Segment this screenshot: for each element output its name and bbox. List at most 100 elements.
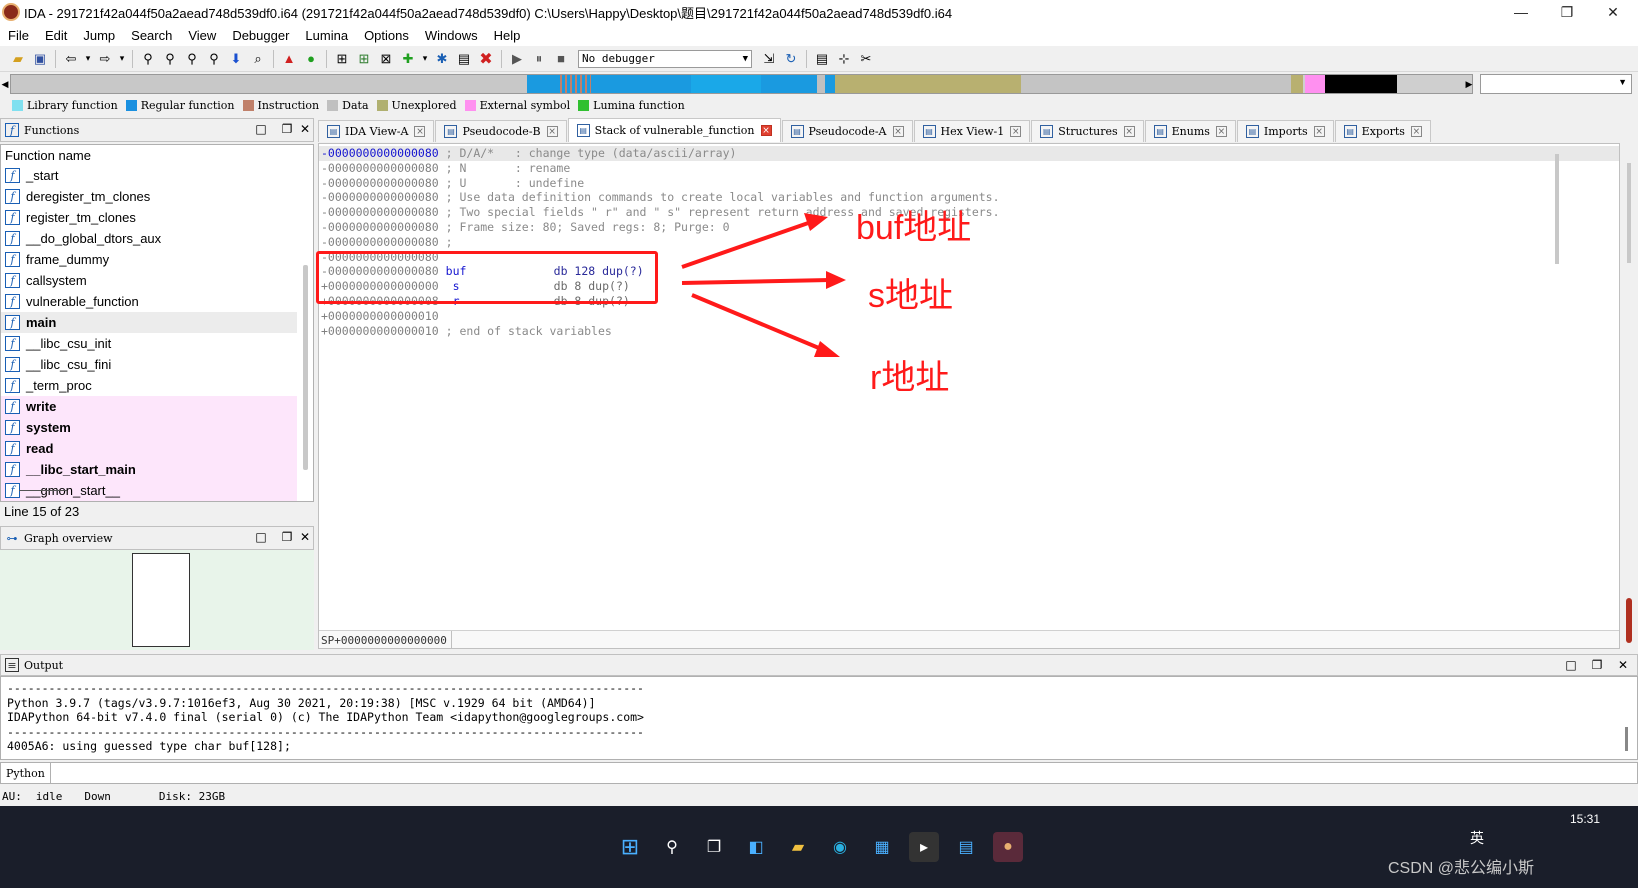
function-row[interactable]: f __libc_csu_fini (1, 354, 297, 375)
graph-warning-icon[interactable]: ▲ (279, 49, 299, 69)
menu-search[interactable]: Search (123, 28, 180, 43)
restore-button[interactable]: ❐ (1544, 0, 1590, 24)
save-icon[interactable]: ▣ (30, 49, 50, 69)
function-row[interactable]: f frame_dummy (1, 249, 297, 270)
maximize-panel-button[interactable]: □ (253, 121, 269, 137)
function-row[interactable]: f system (1, 417, 297, 438)
tab-pseudocode-b[interactable]: ▤ Pseudocode-B × (435, 120, 567, 142)
close-window-button[interactable]: ✕ (1590, 0, 1636, 24)
terminal-icon[interactable]: ▸ (909, 832, 939, 862)
jump-down-icon[interactable]: ⬇ (226, 49, 246, 69)
store-icon[interactable]: ▦ (867, 832, 897, 862)
search-next-icon[interactable]: ⚲ (204, 49, 224, 69)
nav-segment-select[interactable]: ▼ (1480, 74, 1632, 94)
stack-line[interactable]: +0000000000000010 (319, 309, 1619, 324)
close-tab-icon[interactable]: × (546, 126, 558, 137)
tab-ida-view-a[interactable]: ▤ IDA View-A × (318, 120, 435, 142)
nav-left-arrow-icon[interactable]: ◀ (0, 74, 10, 94)
menu-view[interactable]: View (180, 28, 224, 43)
widgets-icon[interactable]: ◧ (741, 832, 771, 862)
menu-file[interactable]: File (0, 28, 37, 43)
forward-dropdown-icon[interactable]: ▾ (117, 49, 127, 69)
search-icon[interactable]: ⚲ (657, 832, 687, 862)
make-string-icon[interactable]: ⊠ (376, 49, 396, 69)
functions-column-header[interactable]: Function name (1, 145, 297, 165)
menu-lumina[interactable]: Lumina (297, 28, 356, 43)
maximize-panel-button[interactable]: □ (1563, 657, 1579, 673)
close-panel-button[interactable]: ✕ (297, 121, 313, 137)
function-row[interactable]: f callsystem (1, 270, 297, 291)
tab-enums[interactable]: ▤ Enums × (1144, 120, 1236, 142)
tab-pseudocode-a[interactable]: ▤ Pseudocode-A × (781, 120, 913, 142)
tab-structures[interactable]: ▤ Structures × (1031, 120, 1144, 142)
binoculars-icon[interactable]: ⚲ (138, 49, 158, 69)
close-tab-icon[interactable]: × (1410, 126, 1422, 137)
stack-scrollbar[interactable] (1555, 154, 1559, 264)
input-language-indicator[interactable]: 英 (1470, 828, 1484, 848)
graph-overview-viewport[interactable] (132, 553, 190, 647)
output-scrollbar[interactable] (1625, 727, 1628, 751)
language-select[interactable]: Python (1, 763, 51, 783)
stack-line[interactable]: -0000000000000080 ; N : rename (319, 161, 1619, 176)
menu-help[interactable]: Help (486, 28, 529, 43)
function-row[interactable]: f __libc_start_main (1, 459, 297, 480)
open-folder-icon[interactable]: ▰ (8, 49, 28, 69)
tools-icon[interactable]: ✂ (856, 49, 876, 69)
functions-scrollbar[interactable] (303, 265, 308, 470)
hide-icon[interactable]: ⌕ (248, 49, 268, 69)
close-tab-icon[interactable]: × (1123, 126, 1135, 137)
stack-line[interactable]: -0000000000000080 ; D/A/* : change type … (319, 146, 1619, 161)
make-data-icon[interactable]: ⊞ (354, 49, 374, 69)
function-row[interactable]: f vulnerable_function (1, 291, 297, 312)
function-row[interactable]: f main (1, 312, 297, 333)
float-panel-button[interactable]: ❐ (1589, 657, 1605, 673)
breakpoint-list-icon[interactable]: ▤ (812, 49, 832, 69)
add-icon[interactable]: ✚ (398, 49, 418, 69)
stack-line[interactable]: -0000000000000080 ; U : undefine (319, 176, 1619, 191)
close-tab-icon[interactable]: × (1215, 126, 1227, 137)
back-dropdown-icon[interactable]: ▾ (83, 49, 93, 69)
function-row[interactable]: f register_tm_clones (1, 207, 297, 228)
debugger-select[interactable]: No debugger ▼ (578, 49, 752, 68)
nav-right-arrow-icon[interactable]: ▶ (1462, 74, 1476, 94)
patch-icon[interactable]: ▤ (454, 49, 474, 69)
graph-overview-canvas[interactable] (0, 550, 314, 650)
close-panel-button[interactable]: ✕ (297, 529, 313, 545)
maximize-panel-button[interactable]: □ (253, 529, 269, 545)
struct-icon[interactable]: ✱ (432, 49, 452, 69)
back-arrow-icon[interactable]: ⇦ (61, 49, 81, 69)
clock[interactable]: 15:31 (1570, 812, 1600, 826)
function-row[interactable]: f _start (1, 165, 297, 186)
function-row[interactable]: f write (1, 396, 297, 417)
tab-stack-of-vulnerable-function[interactable]: ▤ Stack of vulnerable_function × (567, 118, 781, 142)
close-tab-icon[interactable]: × (892, 126, 904, 137)
function-row[interactable]: f __do_global_dtors_aux (1, 228, 297, 249)
search-binary-icon[interactable]: ⚲ (182, 49, 202, 69)
close-tab-icon[interactable]: × (1010, 126, 1022, 137)
menu-windows[interactable]: Windows (417, 28, 486, 43)
file-explorer-icon[interactable]: ▰ (783, 832, 813, 862)
ida-taskbar-icon[interactable]: ● (993, 832, 1023, 862)
menu-debugger[interactable]: Debugger (224, 28, 297, 43)
function-row[interactable]: f read (1, 438, 297, 459)
tab-exports[interactable]: ▤ Exports × (1334, 120, 1431, 142)
delete-icon[interactable]: ✖ (476, 49, 496, 69)
editor-right-scrollbar[interactable] (1622, 143, 1638, 649)
notepad-icon[interactable]: ▤ (951, 832, 981, 862)
green-circle-icon[interactable]: ● (301, 49, 321, 69)
navigation-band[interactable] (10, 74, 1473, 94)
close-tab-icon[interactable]: × (760, 125, 772, 136)
function-row[interactable]: f __libc_csu_init (1, 333, 297, 354)
tracing-icon[interactable]: ⊹ (834, 49, 854, 69)
scrollbar-thumb[interactable] (1627, 163, 1631, 263)
python-input-bar[interactable]: Python (0, 762, 1638, 784)
close-tab-icon[interactable]: × (414, 126, 426, 137)
run-icon[interactable]: ▶ (507, 49, 527, 69)
add-dropdown-icon[interactable]: ▾ (420, 49, 430, 69)
close-panel-button[interactable]: ✕ (1615, 657, 1631, 673)
stop-icon[interactable]: ■ (551, 49, 571, 69)
menu-options[interactable]: Options (356, 28, 417, 43)
output-console[interactable]: ----------------------------------------… (0, 676, 1638, 760)
minimize-button[interactable]: — (1498, 0, 1544, 24)
make-code-icon[interactable]: ⊞ (332, 49, 352, 69)
